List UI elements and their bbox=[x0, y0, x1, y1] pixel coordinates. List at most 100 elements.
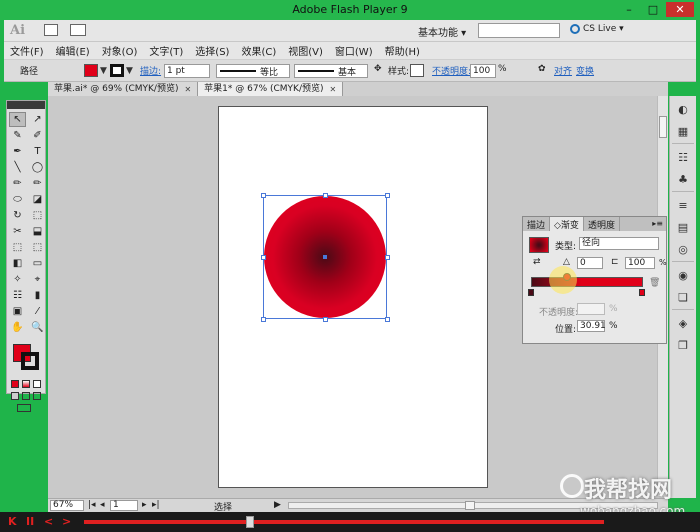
gradient-stop[interactable] bbox=[528, 289, 534, 296]
brush-definition[interactable]: 基本 bbox=[294, 64, 368, 78]
artboard-number-field[interactable]: 1 bbox=[110, 500, 138, 511]
transparency-icon[interactable]: ◎ bbox=[673, 240, 693, 258]
draw-inside-icon[interactable] bbox=[33, 392, 41, 400]
gradient-angle-field[interactable]: 0 bbox=[577, 257, 603, 269]
chevron-down-icon[interactable]: ▼ bbox=[126, 66, 133, 76]
status-menu-arrow[interactable]: ▶ bbox=[274, 500, 281, 510]
pencil-icon[interactable]: ✏ bbox=[29, 176, 46, 191]
tab-gradient[interactable]: ◇渐变 bbox=[550, 217, 584, 231]
gradient-panel-icon[interactable]: ▤ bbox=[673, 218, 693, 236]
resize-handle[interactable] bbox=[261, 255, 266, 260]
eraser-icon[interactable]: ◪ bbox=[29, 192, 46, 207]
search-input[interactable] bbox=[478, 23, 560, 38]
prev-artboard-button[interactable]: ◂ bbox=[100, 500, 105, 510]
step-back-button[interactable]: < bbox=[44, 515, 53, 528]
stroke-color-box[interactable] bbox=[21, 352, 39, 370]
menu-select[interactable]: 选择(S) bbox=[195, 43, 229, 58]
rotate-tool-icon[interactable]: ↻ bbox=[9, 208, 26, 223]
menu-edit[interactable]: 编辑(E) bbox=[56, 43, 90, 58]
resize-handle[interactable] bbox=[385, 317, 390, 322]
transform-link[interactable]: 变换 bbox=[576, 64, 594, 77]
zoom-tool-icon[interactable]: 🔍 bbox=[29, 320, 46, 335]
opacity-link[interactable]: 不透明度: bbox=[432, 64, 471, 77]
arrange-documents-icon[interactable] bbox=[70, 24, 86, 36]
artboard-tool-icon[interactable]: ▣ bbox=[9, 304, 26, 319]
gradient-tool-icon[interactable]: ▭ bbox=[29, 256, 46, 271]
none-button[interactable] bbox=[33, 380, 41, 388]
panel-grip[interactable] bbox=[7, 101, 45, 109]
shape-mode-icon[interactable]: ✥ bbox=[374, 64, 382, 74]
align-link[interactable]: 对齐 bbox=[554, 64, 572, 77]
column-graph-icon[interactable]: ▮ bbox=[29, 288, 46, 303]
slice-tool-icon[interactable]: ⁄ bbox=[29, 304, 46, 319]
rewind-button[interactable]: K bbox=[8, 515, 17, 528]
step-forward-button[interactable]: > bbox=[62, 515, 71, 528]
symbol-sprayer-icon[interactable]: ☷ bbox=[9, 288, 26, 303]
selection-tool-icon[interactable]: ↖ bbox=[9, 112, 26, 127]
shape-builder-icon[interactable]: ⬚ bbox=[9, 240, 26, 255]
paintbrush-icon[interactable]: ✏ bbox=[9, 176, 26, 191]
tab-apple1[interactable]: 苹果1* @ 67% (CMYK/预览) ✕ bbox=[198, 82, 344, 96]
pen-tool-icon[interactable]: ✒ bbox=[9, 144, 26, 159]
recolor-icon[interactable]: ✿ bbox=[538, 64, 546, 74]
stop-position-field[interactable]: 30.91 bbox=[577, 320, 606, 332]
hand-tool-icon[interactable]: ✋ bbox=[9, 320, 26, 335]
minimize-button[interactable]: – bbox=[618, 2, 640, 17]
stroke-panel-link[interactable]: 描边: bbox=[140, 64, 161, 77]
eyedropper-icon[interactable]: ✧ bbox=[9, 272, 26, 287]
appearance-icon[interactable]: ◉ bbox=[673, 266, 693, 284]
variable-width-profile[interactable]: 等比 bbox=[216, 64, 290, 78]
menu-window[interactable]: 窗口(W) bbox=[335, 43, 373, 58]
lasso-icon[interactable]: ✐ bbox=[29, 128, 46, 143]
tab-stroke[interactable]: 描边 bbox=[523, 217, 551, 231]
gradient-button[interactable] bbox=[22, 380, 30, 388]
bridge-icon[interactable] bbox=[44, 24, 58, 36]
screen-mode-icon[interactable] bbox=[7, 402, 45, 414]
scrollbar-thumb[interactable] bbox=[659, 116, 667, 138]
brushes-icon[interactable]: ☷ bbox=[673, 148, 693, 166]
close-button[interactable]: ✕ bbox=[666, 2, 694, 17]
pause-button[interactable]: II bbox=[26, 515, 34, 528]
layers-icon[interactable]: ◈ bbox=[673, 314, 693, 332]
line-tool-icon[interactable]: ╲ bbox=[9, 160, 26, 175]
scissors-icon[interactable]: ✂ bbox=[9, 224, 26, 239]
stroke-weight-field[interactable]: 1 pt bbox=[164, 64, 210, 78]
next-artboard-button[interactable]: ▸ bbox=[142, 500, 147, 510]
resize-handle[interactable] bbox=[385, 255, 390, 260]
blend-tool-icon[interactable]: ⌖ bbox=[29, 272, 46, 287]
symbols-icon[interactable]: ♣ bbox=[673, 170, 693, 188]
menu-type[interactable]: 文字(T) bbox=[149, 43, 183, 58]
resize-handle[interactable] bbox=[323, 317, 328, 322]
stroke-swatch[interactable] bbox=[110, 64, 124, 77]
color-guide-icon[interactable]: ◐ bbox=[673, 100, 693, 118]
gradient-type-select[interactable]: 径向 bbox=[579, 237, 659, 250]
menu-effect[interactable]: 效果(C) bbox=[241, 43, 276, 58]
resize-handle[interactable] bbox=[385, 193, 390, 198]
scale-tool-icon[interactable]: ⬚ bbox=[29, 208, 46, 223]
zoom-level-field[interactable]: 67% bbox=[50, 500, 84, 511]
last-artboard-button[interactable]: ▸| bbox=[152, 500, 160, 510]
free-transform-icon[interactable]: ⬓ bbox=[29, 224, 46, 239]
close-icon[interactable]: ✕ bbox=[184, 83, 191, 96]
close-icon[interactable]: ✕ bbox=[330, 83, 337, 96]
fill-swatch[interactable] bbox=[84, 64, 98, 77]
resize-handle[interactable] bbox=[323, 193, 328, 198]
resize-handle[interactable] bbox=[261, 193, 266, 198]
tab-transparency[interactable]: 透明度 bbox=[584, 217, 620, 231]
delete-stop-icon[interactable]: 🗑 bbox=[649, 278, 660, 288]
menu-view[interactable]: 视图(V) bbox=[288, 43, 323, 58]
ellipse-tool-icon[interactable]: ◯ bbox=[29, 160, 46, 175]
first-artboard-button[interactable]: |◂ bbox=[88, 500, 96, 510]
perspective-grid-icon[interactable]: ⬚ bbox=[29, 240, 46, 255]
magic-wand-icon[interactable]: ✎ bbox=[9, 128, 26, 143]
gradient-slider[interactable] bbox=[531, 277, 643, 287]
resize-handle[interactable] bbox=[261, 317, 266, 322]
menu-help[interactable]: 帮助(H) bbox=[385, 43, 420, 58]
opacity-field[interactable]: 100 bbox=[470, 64, 496, 78]
scrollbar-thumb[interactable] bbox=[465, 501, 475, 510]
cs-live-menu[interactable]: CS Live ▾ bbox=[570, 24, 624, 34]
playback-progress-knob[interactable] bbox=[246, 516, 255, 528]
menu-file[interactable]: 文件(F) bbox=[10, 43, 44, 58]
maximize-button[interactable]: □ bbox=[642, 2, 664, 17]
playback-progress-track[interactable] bbox=[84, 520, 604, 524]
